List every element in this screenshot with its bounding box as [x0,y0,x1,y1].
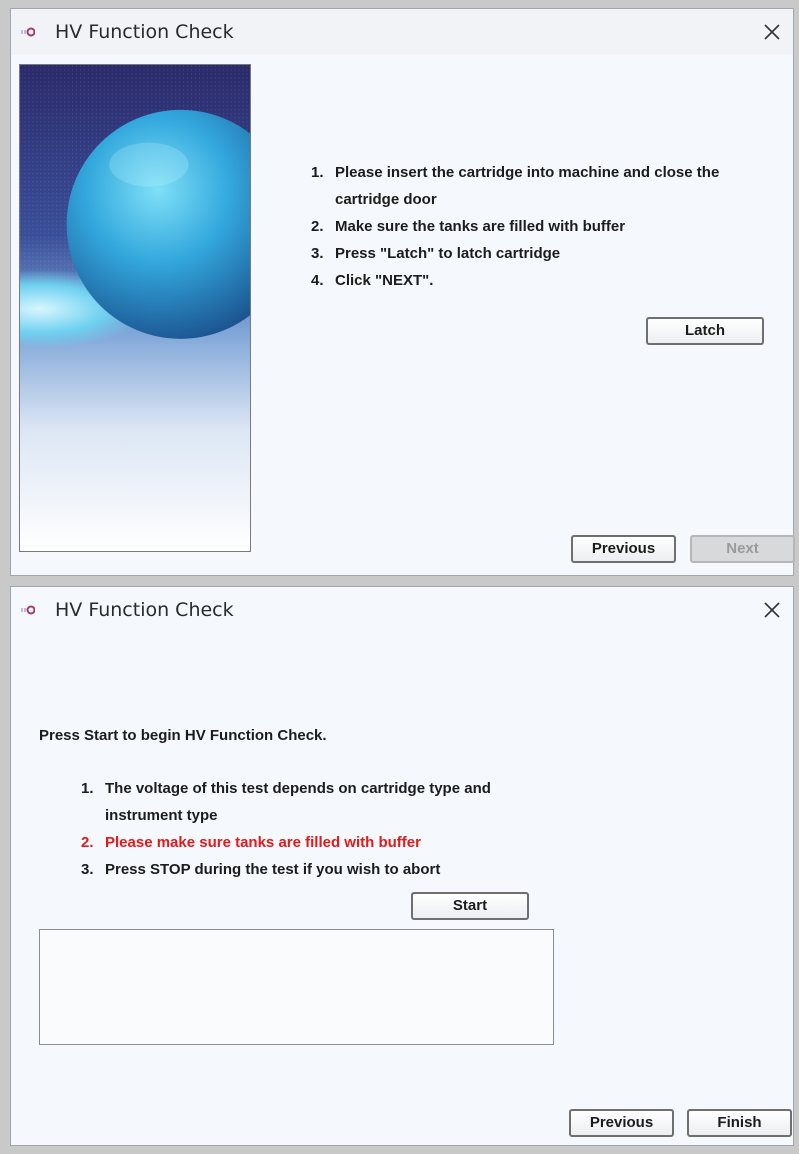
list-item: 3. Press "Latch" to latch cartridge [311,245,561,262]
finish-button[interactable]: Finish [687,1109,792,1137]
hv-function-check-dialog-step2: HV Function Check Press Start to begin H… [10,586,794,1146]
title-bar: HV Function Check [11,9,793,55]
intro-text: Press Start to begin HV Function Check. [39,727,327,744]
window-title: HV Function Check [55,21,234,43]
title-bar: HV Function Check [11,587,793,633]
list-item: 4. Click "NEXT". [311,272,434,289]
wizard-sphere-image [19,64,251,552]
previous-button[interactable]: Previous [569,1109,674,1137]
instruction-list: 1. Please insert the cartridge into machi… [311,159,751,294]
list-item-warning: 2. Please make sure tanks are filled with… [81,834,421,851]
instruction-list: 1. The voltage of this test depends on ca… [81,775,541,883]
hv-function-check-dialog-step1: HV Function Check 1. Please insert the c… [10,8,795,576]
latch-button[interactable]: Latch [646,317,764,345]
output-log-box[interactable] [39,929,554,1045]
list-item: 2. Make sure the tanks are filled with bu… [311,218,626,235]
close-icon[interactable] [757,17,787,47]
app-icon [21,605,35,615]
close-icon[interactable] [757,595,787,625]
next-button[interactable]: Next [690,535,795,563]
app-icon [21,27,35,37]
previous-button[interactable]: Previous [571,535,676,563]
start-button[interactable]: Start [411,892,529,920]
list-item: 3. Press STOP during the test if you wish… [81,861,441,878]
list-item: 1. Please insert the cartridge into machi… [311,164,720,208]
list-item: 1. The voltage of this test depends on ca… [81,780,491,824]
window-title: HV Function Check [55,599,234,621]
